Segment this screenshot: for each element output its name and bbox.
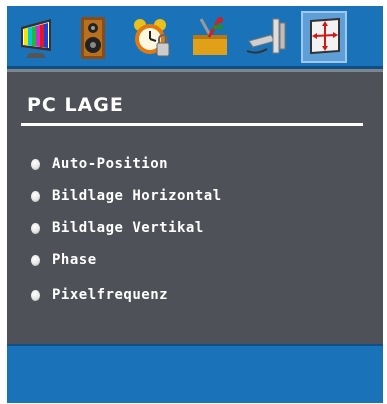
- menu-item-horizontal-position[interactable]: Bildlage Horizontal: [27, 184, 222, 209]
- menu-item-label: Pixelfrequenz: [52, 287, 169, 303]
- bullet-icon: [31, 255, 40, 266]
- tab-picture[interactable]: [13, 11, 59, 63]
- tab-setup[interactable]: [187, 11, 233, 63]
- pc-position-icon: [310, 17, 340, 55]
- alarm-clock-icon: [134, 19, 170, 57]
- picture-settings-icon: [21, 19, 51, 58]
- toolbox-settings-icon: [193, 17, 227, 55]
- menu-item-label: Phase: [52, 252, 97, 268]
- menu-item-pixel-frequency[interactable]: Pixelfrequenz: [27, 283, 222, 308]
- page-title: PC LAGE: [27, 94, 124, 116]
- tab-pc-position[interactable]: [301, 11, 347, 63]
- menu-item-auto-position[interactable]: Auto-Position: [27, 152, 222, 177]
- tab-timer[interactable]: [127, 11, 173, 63]
- pc-position-panel: PC LAGE Auto-Position Bildlage Horizonta…: [7, 69, 383, 347]
- tab-source[interactable]: [243, 11, 289, 63]
- menu-item-phase[interactable]: Phase: [27, 248, 222, 273]
- bullet-icon: [31, 159, 40, 170]
- tab-sound[interactable]: [71, 11, 117, 63]
- bullet-icon: [31, 223, 40, 234]
- menu-item-label: Auto-Position: [52, 156, 169, 172]
- menu-item-label: Bildlage Horizontal: [52, 188, 222, 204]
- bullet-icon: [31, 191, 40, 202]
- bullet-icon: [31, 290, 40, 301]
- menu-tab-bar: [7, 6, 383, 69]
- sound-speaker-icon: [81, 17, 105, 59]
- source-connector-icon: [246, 18, 286, 54]
- menu-item-vertical-position[interactable]: Bildlage Vertikal: [27, 216, 222, 241]
- menu-item-label: Bildlage Vertikal: [52, 220, 204, 236]
- title-divider: [21, 123, 363, 126]
- menu-list: Auto-Position Bildlage Horizontal Bildla…: [27, 152, 222, 315]
- info-bar: [7, 344, 383, 403]
- osd-window: PC LAGE Auto-Position Bildlage Horizonta…: [7, 6, 383, 403]
